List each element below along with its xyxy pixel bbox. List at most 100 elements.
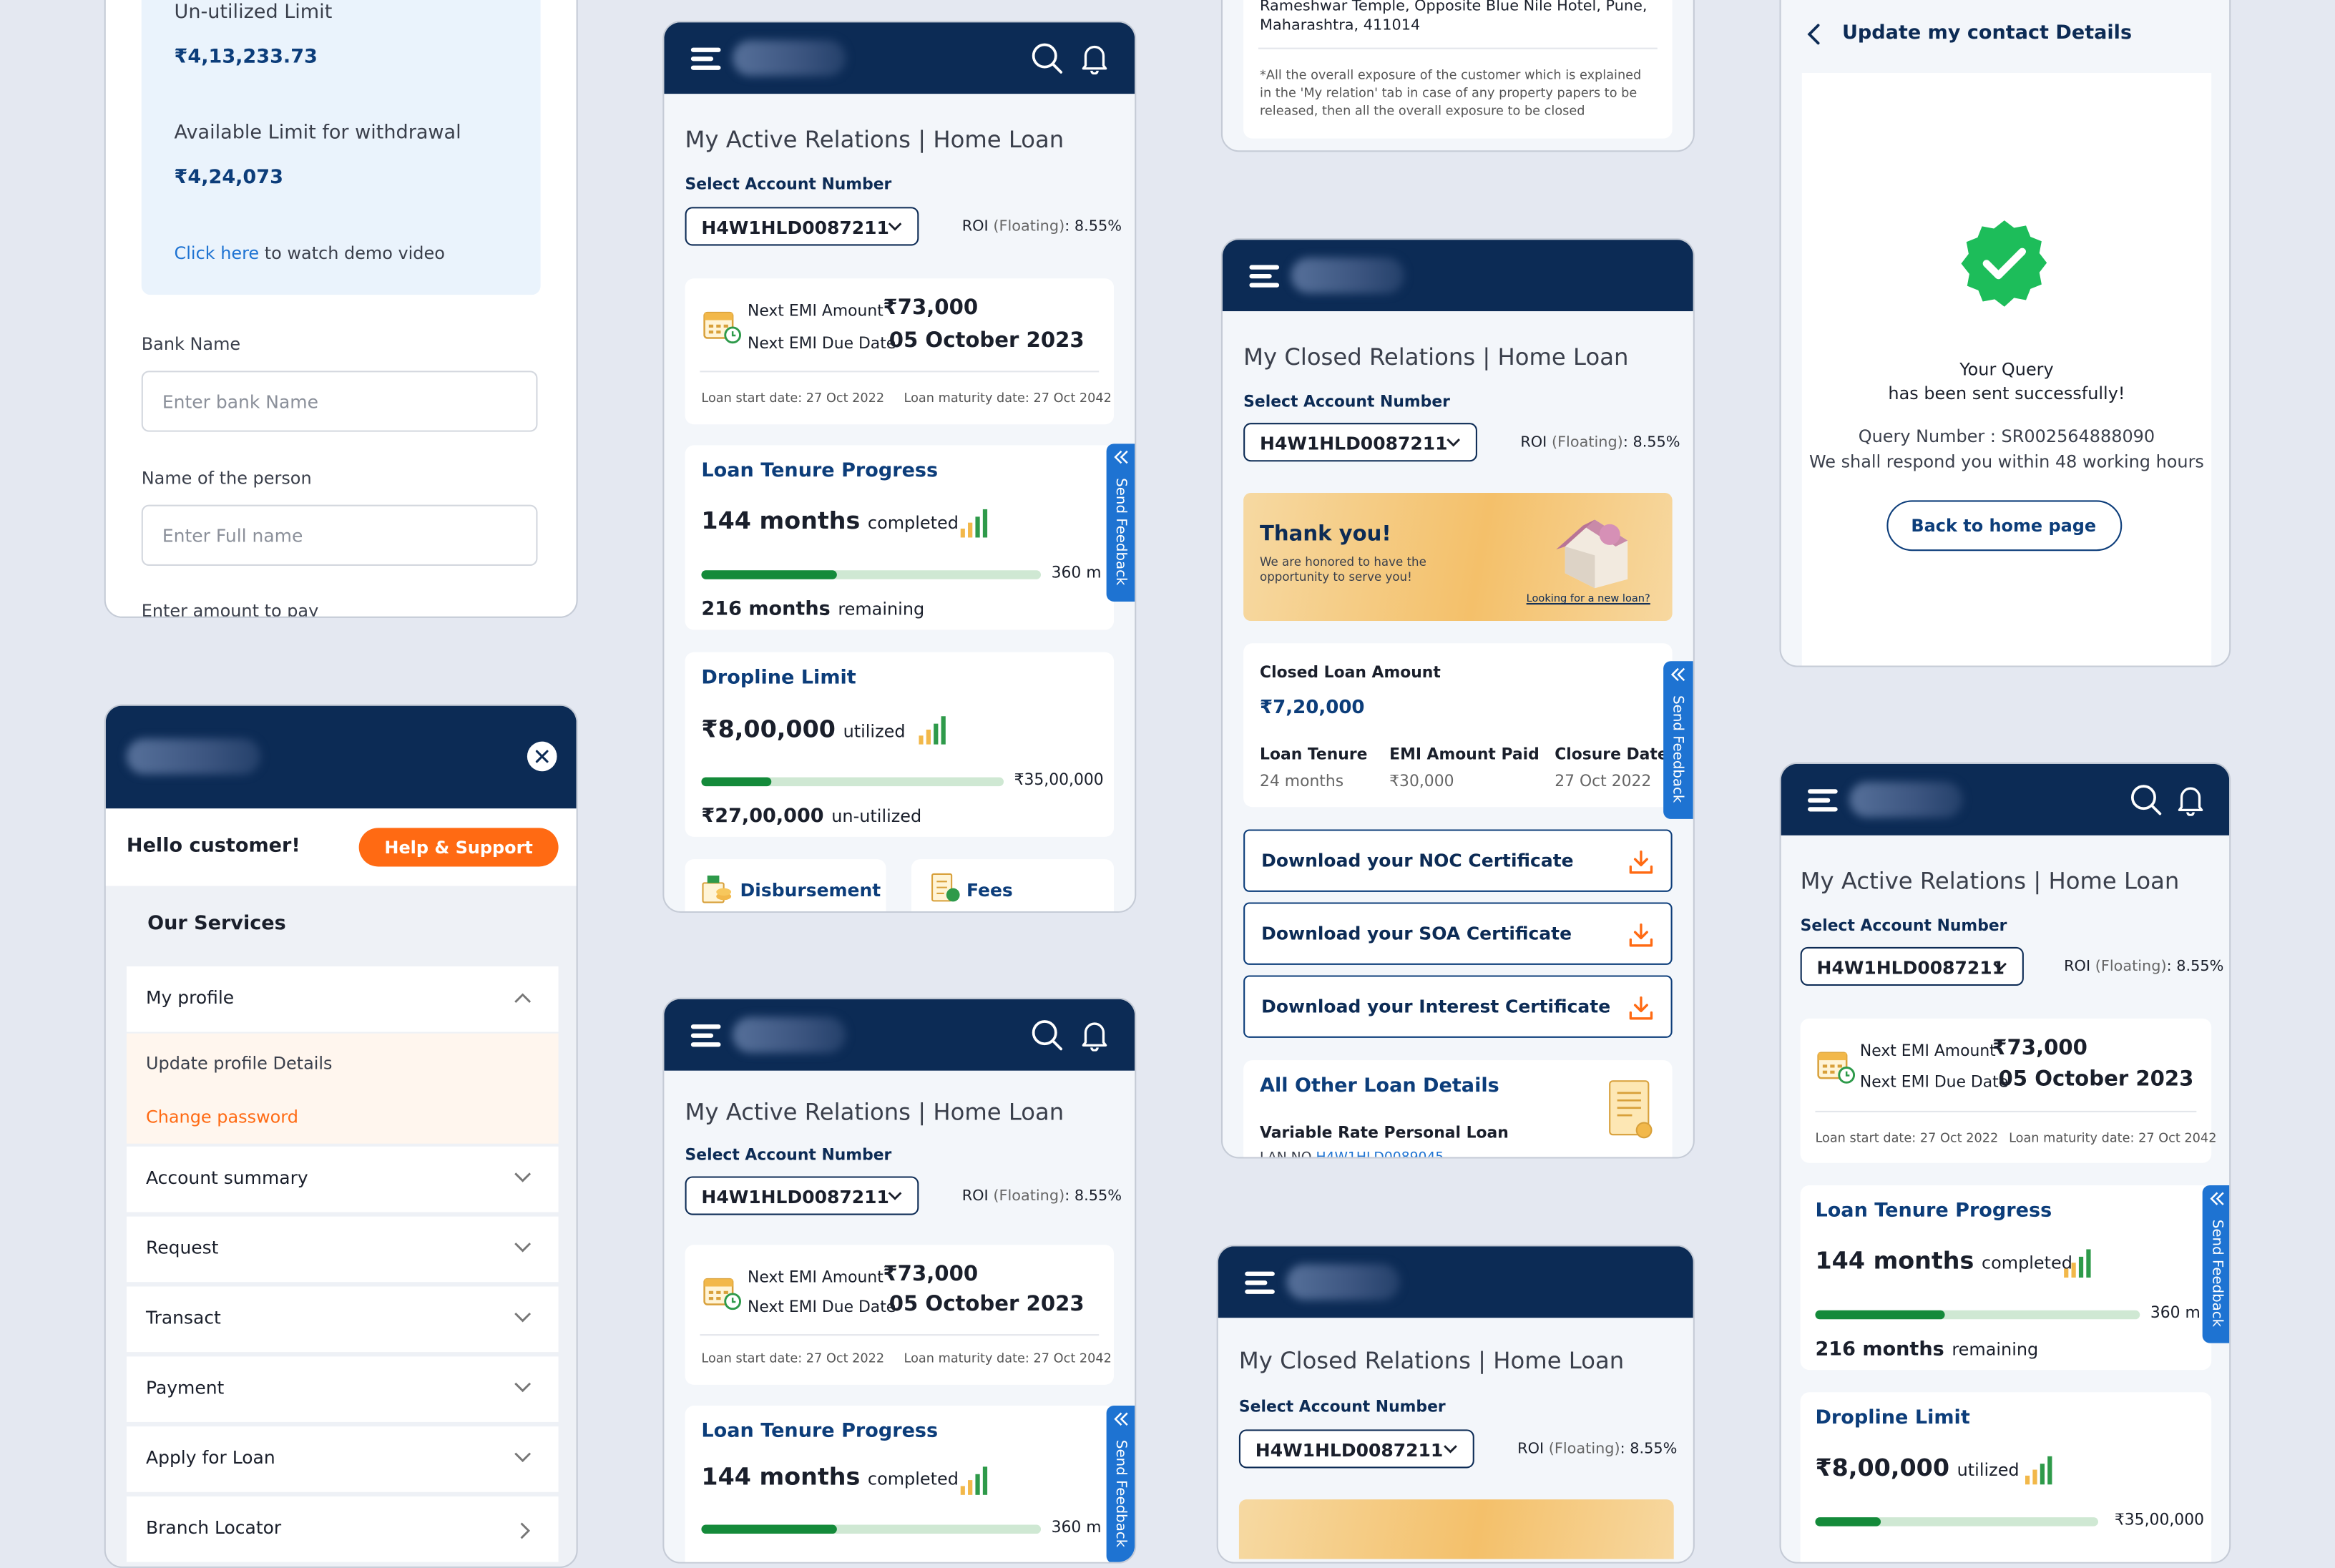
download-noc-button[interactable]: Download your NOC Certificate bbox=[1243, 829, 1673, 892]
menu-item[interactable]: Account summary bbox=[126, 1146, 559, 1212]
dropline-unutilized-label: un-utilized bbox=[831, 805, 922, 827]
dropline-card: Dropline Limit ₹8,00,000 utilized ₹35,00… bbox=[685, 652, 1115, 837]
dropline-progress-fill bbox=[701, 777, 771, 787]
menu-item[interactable]: Apply for Loan bbox=[126, 1426, 559, 1492]
disbursement-tile[interactable]: Disbursement bbox=[685, 859, 886, 911]
chevron-down-icon bbox=[514, 1172, 532, 1182]
roi-label: ROI bbox=[2064, 959, 2091, 976]
lan-value[interactable]: H4W1HLD0089045 bbox=[1316, 1151, 1444, 1157]
tenure-card: Loan Tenure Progress 144 months complete… bbox=[685, 445, 1115, 630]
divider bbox=[1258, 47, 1658, 49]
select-account-label: Select Account Number bbox=[1243, 393, 1450, 411]
emi-due-value: 05 October 2023 bbox=[889, 1292, 1085, 1317]
back-arrow-icon[interactable] bbox=[1806, 24, 1821, 45]
emi-card: Next EMI Amount ₹73,000 Next EMI Due Dat… bbox=[685, 278, 1115, 425]
page-title: My Active Relations | Home Loan bbox=[1800, 868, 2180, 896]
roi-text: ROI (Floating): 8.55% bbox=[2064, 959, 2223, 976]
account-select[interactable]: H4W1HLD0087211 bbox=[1800, 946, 2024, 986]
bell-icon[interactable] bbox=[1080, 41, 1110, 75]
roi-type: (Floating) bbox=[1551, 434, 1623, 451]
close-icon[interactable] bbox=[527, 741, 557, 772]
select-account-label: Select Account Number bbox=[1800, 917, 2007, 936]
help-support-label: Help & Support bbox=[384, 836, 533, 858]
account-number: H4W1HLD0087211 bbox=[1260, 433, 1448, 454]
roi-type: (Floating) bbox=[993, 1188, 1065, 1205]
bank-name-input[interactable]: Enter bank Name bbox=[141, 371, 538, 432]
emi-due-value: 05 October 2023 bbox=[889, 329, 1085, 353]
tenure-title: Loan Tenure Progress bbox=[701, 1420, 939, 1444]
roi-value: : 8.55% bbox=[1064, 1188, 1122, 1205]
emi-amount-value: ₹73,000 bbox=[1992, 1036, 2087, 1061]
menu-icon[interactable] bbox=[1245, 1271, 1275, 1294]
dropline-title: Dropline Limit bbox=[1815, 1407, 1970, 1430]
bell-icon[interactable] bbox=[1080, 1019, 1110, 1052]
chevron-down-icon bbox=[514, 1452, 532, 1463]
chevron-double-left-icon bbox=[1114, 1412, 1128, 1426]
account-select[interactable]: H4W1HLD0087211 bbox=[685, 1176, 919, 1215]
roi-text: ROI (Floating): 8.55% bbox=[1517, 1441, 1677, 1458]
roi-type: (Floating) bbox=[993, 218, 1065, 235]
completed-value: 144 months bbox=[1815, 1246, 1974, 1275]
amount-label: Enter amount to pay bbox=[141, 599, 319, 618]
download-soa-button[interactable]: Download your SOA Certificate bbox=[1243, 902, 1673, 965]
loan-tenure-label: Loan Tenure bbox=[1260, 745, 1368, 764]
roi-value: : 8.55% bbox=[1064, 218, 1122, 235]
account-number: H4W1HLD0087211 bbox=[701, 217, 889, 239]
chevron-right-icon bbox=[520, 1522, 531, 1539]
address-screen: Rameshwar Temple, Opposite Blue Nile Hot… bbox=[1220, 0, 1695, 152]
screens-canvas: Un-utilized Limit ₹4,13,233.73 Available… bbox=[0, 0, 2335, 1568]
address-line-1: Rameshwar Temple, Opposite Blue Nile Hot… bbox=[1260, 0, 1648, 15]
account-select[interactable]: H4W1HLD0087211 bbox=[685, 207, 919, 246]
fees-tile[interactable]: Fees bbox=[911, 859, 1115, 911]
menu-item-label: Apply for Loan bbox=[145, 1447, 275, 1469]
dropline-total: ₹35,00,000 bbox=[2114, 1511, 2205, 1529]
response-time: We shall respond you within 48 working h… bbox=[1808, 451, 2204, 472]
tenure-remaining: 216 months remaining bbox=[1815, 1333, 2038, 1361]
search-icon[interactable] bbox=[1030, 1019, 1063, 1052]
dropline-card: Dropline Limit ₹8,00,000 utilized ₹35,00… bbox=[1800, 1392, 2212, 1562]
menu-icon[interactable] bbox=[1249, 265, 1280, 288]
account-select[interactable]: H4W1HLD0087211 bbox=[1243, 423, 1477, 462]
exposure-note-1: *All the overall exposure of the custome… bbox=[1260, 68, 1642, 84]
send-feedback-tab[interactable]: Send Feedback bbox=[1106, 444, 1135, 602]
withdrawal-screen: Un-utilized Limit ₹4,13,233.73 Available… bbox=[104, 0, 578, 618]
brand-logo bbox=[1291, 258, 1404, 294]
new-loan-link[interactable]: Looking for a new loan? bbox=[1527, 592, 1650, 604]
menu-icon[interactable] bbox=[690, 1024, 721, 1047]
send-feedback-tab[interactable]: Send Feedback bbox=[1106, 1406, 1135, 1562]
menu-item[interactable]: Request bbox=[126, 1216, 559, 1283]
bell-icon[interactable] bbox=[2175, 783, 2206, 816]
back-home-button[interactable]: Back to home page bbox=[1886, 500, 2123, 552]
loan-start-date: Loan start date: 27 Oct 2022 bbox=[701, 391, 885, 407]
update-profile-link[interactable]: Update profile Details bbox=[146, 1053, 333, 1074]
completed-value: 144 months bbox=[701, 506, 861, 535]
menu-item-my-profile[interactable]: My profile bbox=[126, 966, 559, 1032]
brand-logo bbox=[1849, 781, 1963, 818]
search-icon[interactable] bbox=[2130, 783, 2163, 816]
tenure-title: Loan Tenure Progress bbox=[1815, 1200, 2052, 1222]
tenure-card: Loan Tenure Progress 144 months complete… bbox=[1800, 1185, 2212, 1371]
download-interest-button[interactable]: Download your Interest Certificate bbox=[1243, 975, 1673, 1038]
send-feedback-tab[interactable]: Send Feedback bbox=[1663, 661, 1693, 819]
account-select[interactable]: H4W1HLD0087211 bbox=[1238, 1429, 1474, 1469]
lan-number: LAN NO H4W1HLD0089045 bbox=[1260, 1151, 1444, 1157]
person-name-input[interactable]: Enter Full name bbox=[141, 504, 538, 567]
emi-paid-label: EMI Amount Paid bbox=[1389, 745, 1539, 764]
change-password-link[interactable]: Change password bbox=[146, 1107, 298, 1127]
emi-due-label: Next EMI Due Date bbox=[1859, 1073, 2009, 1092]
click-here-link[interactable]: Click here bbox=[175, 242, 260, 263]
loan-start-date: Loan start date: 27 Oct 2022 bbox=[701, 1352, 885, 1367]
download-icon bbox=[1629, 923, 1653, 947]
lan-label: LAN NO bbox=[1260, 1151, 1311, 1157]
calendar-icon bbox=[703, 1278, 742, 1310]
menu-icon[interactable] bbox=[690, 47, 721, 70]
menu-item[interactable]: Payment bbox=[126, 1356, 559, 1422]
menu-item[interactable]: Transact bbox=[126, 1286, 559, 1353]
help-support-button[interactable]: Help & Support bbox=[358, 828, 559, 867]
search-icon[interactable] bbox=[1030, 41, 1063, 74]
address-panel: Rameshwar Temple, Opposite Blue Nile Hot… bbox=[1243, 0, 1673, 139]
menu-icon[interactable] bbox=[1808, 789, 1838, 811]
closure-date-label: Closure Date bbox=[1555, 745, 1668, 764]
menu-item[interactable]: Branch Locator bbox=[126, 1496, 559, 1562]
send-feedback-tab[interactable]: Send Feedback bbox=[2202, 1185, 2230, 1343]
